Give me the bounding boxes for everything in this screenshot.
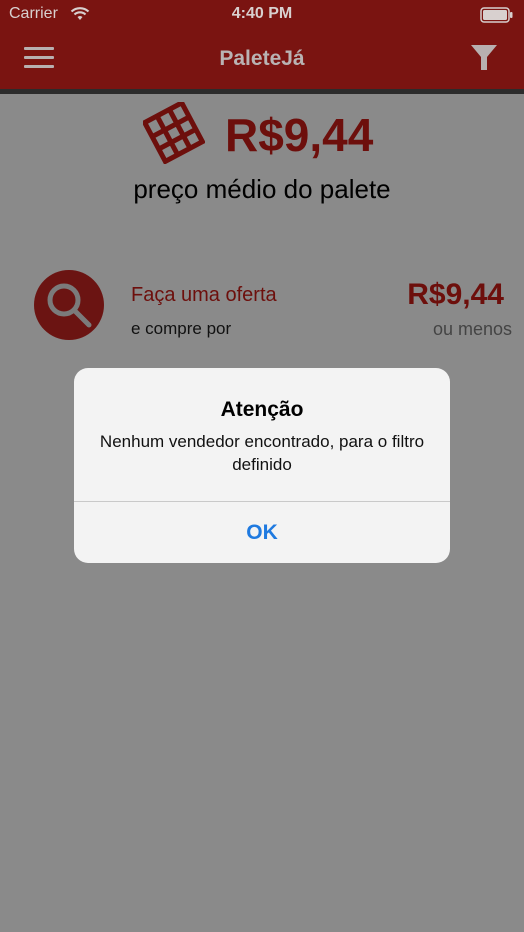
alert-dialog: Atenção Nenhum vendedor encontrado, para…: [74, 368, 450, 563]
alert-title: Atenção: [220, 398, 304, 421]
navigation-bar: PaleteJá: [0, 30, 524, 89]
pallet-icon: [141, 99, 206, 169]
make-offer-button[interactable]: [34, 270, 104, 340]
offer-title[interactable]: Faça uma oferta: [131, 284, 277, 307]
average-price-caption: preço médio do palete: [133, 174, 391, 204]
offer-qualifier: ou menos: [432, 319, 512, 339]
offer-price: R$9,44: [407, 278, 504, 311]
app-title: PaleteJá: [219, 47, 305, 70]
average-price-value: R$9,44: [225, 109, 374, 161]
alert-message: Nenhum vendedor encontrado, para o filtr…: [99, 432, 425, 474]
average-price-row: R$9,44: [0, 99, 524, 169]
navbar-divider: [0, 89, 524, 94]
offer-subtitle: e compre por: [131, 319, 232, 338]
battery-icon: [480, 7, 514, 28]
status-time: 4:40 PM: [231, 5, 293, 22]
status-bar: Carrier 4:40 PM: [0, 0, 524, 30]
filter-icon[interactable]: [470, 43, 498, 78]
search-icon: [34, 283, 104, 344]
ok-button[interactable]: OK: [74, 502, 450, 563]
